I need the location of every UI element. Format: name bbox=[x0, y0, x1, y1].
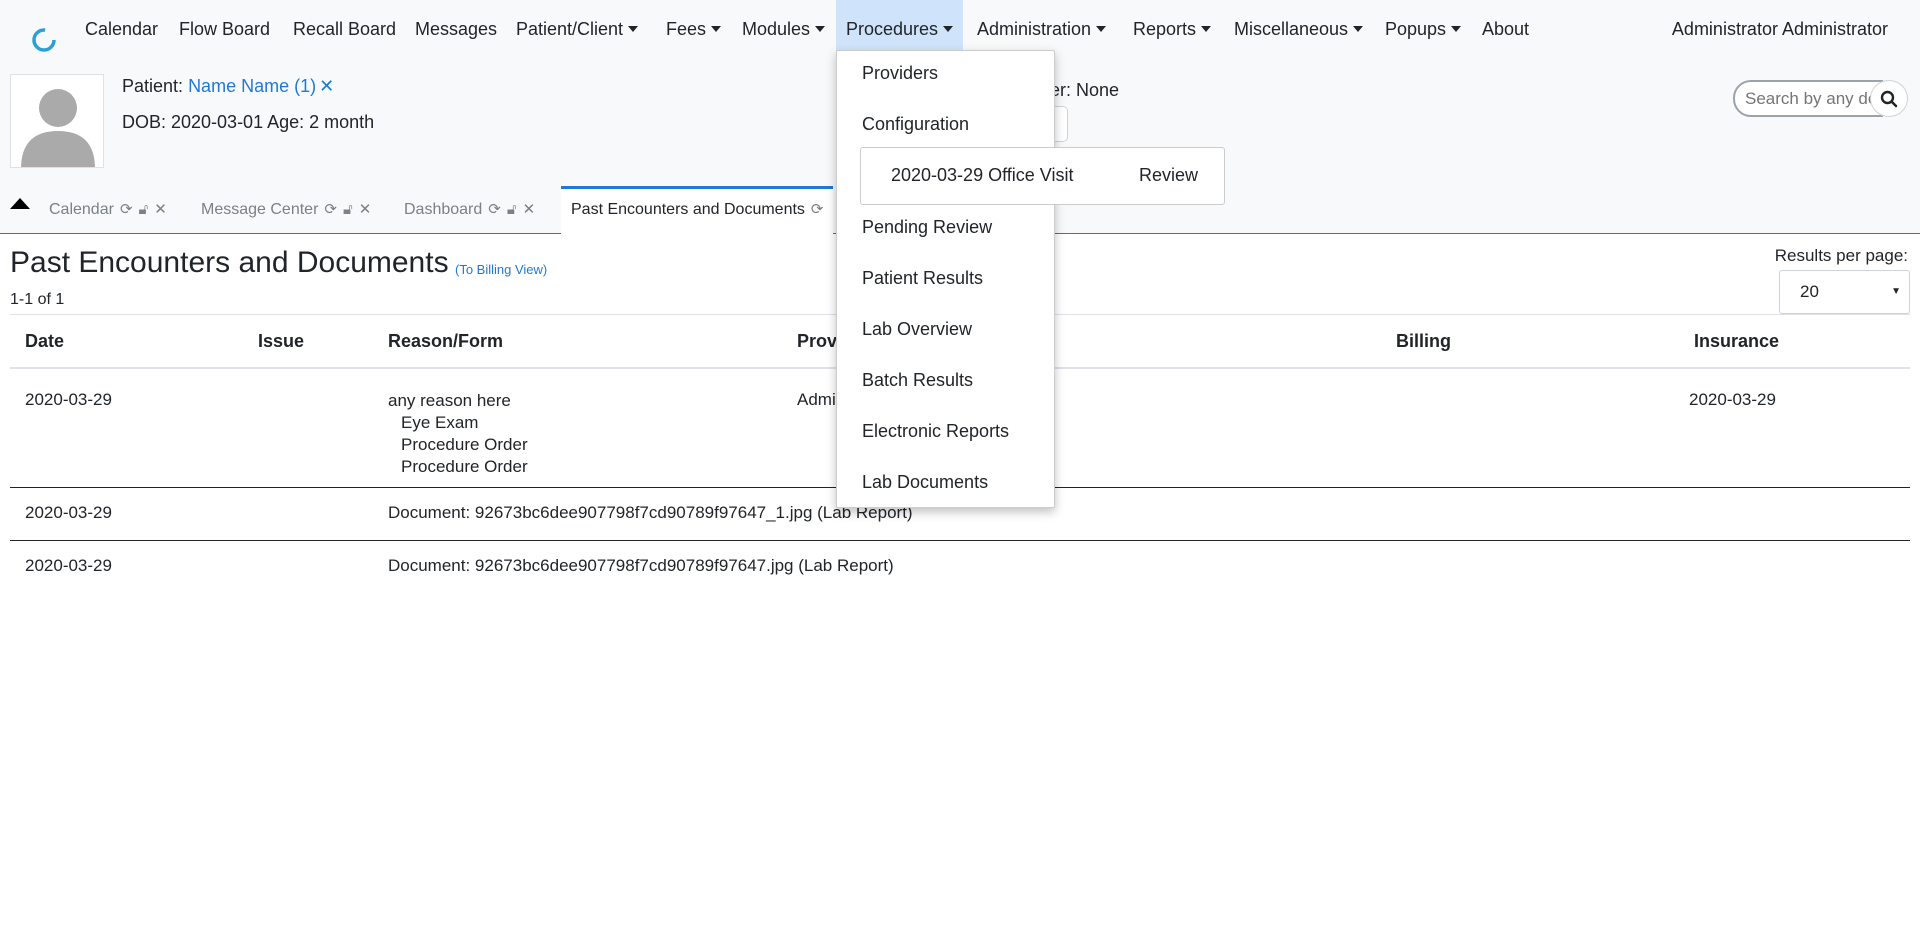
procedures-dropdown-menu: Providers Configuration Pending Review P… bbox=[836, 50, 1055, 508]
menu-item-configuration[interactable]: Configuration bbox=[862, 114, 969, 135]
row-date: 2020-03-29 bbox=[25, 556, 112, 575]
close-icon[interactable]: ✕ bbox=[154, 186, 167, 234]
menu-item-lab-overview[interactable]: Lab Overview bbox=[862, 319, 972, 340]
patient-avatar bbox=[10, 74, 104, 168]
patient-dob: DOB: 2020-03-01 Age: 2 month bbox=[122, 112, 375, 132]
patient-name-line: Patient: Name Name (1) ✕ bbox=[122, 76, 334, 97]
column-header-insurance[interactable]: Insurance bbox=[1694, 331, 1779, 352]
refresh-icon[interactable]: ⟳ bbox=[120, 186, 133, 234]
row-provider: Admi bbox=[797, 390, 836, 409]
nav-reports[interactable]: Reports bbox=[1133, 0, 1212, 58]
search-input[interactable] bbox=[1733, 80, 1883, 117]
avatar-silhouette-icon bbox=[21, 89, 95, 167]
results-count: 1-1 of 1 bbox=[10, 291, 65, 308]
tab-calendar[interactable]: Calendar ⟳ 🔓︎ ✕ bbox=[49, 186, 167, 234]
search-icon bbox=[1880, 90, 1898, 107]
dropdown-arrow-icon: ▼ bbox=[1891, 286, 1901, 297]
close-patient-icon[interactable]: ✕ bbox=[319, 76, 334, 96]
collapse-header-icon[interactable] bbox=[10, 198, 30, 209]
caret-down-icon bbox=[943, 26, 954, 32]
row-reason: Document: 92673bc6dee907798f7cd90789f976… bbox=[388, 503, 913, 522]
menu-item-electronic-reports[interactable]: Electronic Reports bbox=[862, 421, 1009, 442]
patient-label: Patient: bbox=[122, 76, 184, 96]
results-per-page-select[interactable]: 20 ▼ bbox=[1779, 270, 1910, 314]
page-title: Past Encounters and Documents bbox=[10, 246, 449, 279]
unlock-icon[interactable]: 🔓︎ bbox=[343, 186, 353, 234]
submenu-review[interactable]: Review bbox=[1139, 165, 1198, 186]
row-insurance: 2020-03-29 bbox=[1689, 390, 1776, 409]
app-logo-icon[interactable] bbox=[30, 26, 58, 54]
row-reason: any reason here Eye Exam Procedure Order… bbox=[388, 391, 528, 478]
form-link[interactable]: Procedure Order bbox=[388, 456, 528, 478]
nav-modules[interactable]: Modules bbox=[742, 0, 826, 58]
patient-name-link[interactable]: Name Name (1) bbox=[188, 76, 316, 96]
patient-search bbox=[1733, 80, 1908, 117]
refresh-icon[interactable]: ⟳ bbox=[811, 189, 824, 231]
menu-item-pending-review[interactable]: Pending Review bbox=[862, 217, 992, 238]
caret-down-icon bbox=[1201, 26, 1212, 32]
refresh-icon[interactable]: ⟳ bbox=[324, 186, 337, 234]
column-header-reason[interactable]: Reason/Form bbox=[388, 331, 503, 352]
caret-down-icon bbox=[1451, 26, 1462, 32]
encounter-submenu: 2020-03-29 Office Visit Review bbox=[860, 147, 1225, 205]
tab-message-center[interactable]: Message Center ⟳ 🔓︎ ✕ bbox=[201, 186, 371, 234]
tab-past-encounters[interactable]: Past Encounters and Documents ⟳ bbox=[561, 186, 834, 234]
submenu-office-visit[interactable]: 2020-03-29 Office Visit bbox=[891, 165, 1073, 186]
close-icon[interactable]: ✕ bbox=[523, 186, 536, 234]
user-menu[interactable]: Administrator Administrator bbox=[1672, 0, 1888, 58]
billing-view-link[interactable]: (To Billing View) bbox=[455, 262, 547, 277]
form-link[interactable]: Procedure Order bbox=[388, 434, 528, 456]
unlock-icon[interactable]: 🔓︎ bbox=[507, 186, 517, 234]
nav-recall-board[interactable]: Recall Board bbox=[293, 0, 396, 58]
menu-item-lab-documents[interactable]: Lab Documents bbox=[862, 472, 988, 493]
nav-messages[interactable]: Messages bbox=[415, 0, 497, 58]
search-button[interactable] bbox=[1870, 80, 1908, 117]
menu-item-patient-results[interactable]: Patient Results bbox=[862, 268, 983, 289]
caret-down-icon bbox=[815, 26, 826, 32]
nav-popups[interactable]: Popups bbox=[1385, 0, 1462, 58]
nav-about[interactable]: About bbox=[1482, 0, 1529, 58]
tab-dashboard[interactable]: Dashboard ⟳ 🔓︎ ✕ bbox=[404, 186, 535, 234]
caret-down-icon bbox=[1353, 26, 1364, 32]
nav-fees[interactable]: Fees bbox=[666, 0, 722, 58]
results-per-page-label: Results per page: bbox=[1774, 246, 1908, 265]
unlock-icon[interactable]: 🔓︎ bbox=[139, 186, 149, 234]
nav-flow-board[interactable]: Flow Board bbox=[179, 0, 270, 58]
column-header-date[interactable]: Date bbox=[25, 331, 64, 352]
close-icon[interactable]: ✕ bbox=[359, 186, 372, 234]
nav-calendar[interactable]: Calendar bbox=[85, 0, 158, 58]
caret-down-icon bbox=[628, 26, 639, 32]
caret-down-icon bbox=[1096, 26, 1107, 32]
table-row[interactable]: 2020-03-29 Document: 92673bc6dee907798f7… bbox=[10, 541, 1910, 594]
row-date: 2020-03-29 bbox=[25, 390, 112, 409]
menu-item-batch-results[interactable]: Batch Results bbox=[862, 370, 973, 391]
caret-down-icon bbox=[711, 26, 722, 32]
row-date: 2020-03-29 bbox=[25, 503, 112, 522]
column-header-issue[interactable]: Issue bbox=[258, 331, 304, 352]
row-reason: Document: 92673bc6dee907798f7cd90789f976… bbox=[388, 556, 894, 575]
nav-miscellaneous[interactable]: Miscellaneous bbox=[1234, 0, 1364, 58]
column-header-billing[interactable]: Billing bbox=[1396, 331, 1451, 352]
menu-item-providers[interactable]: Providers bbox=[862, 63, 938, 84]
refresh-icon[interactable]: ⟳ bbox=[488, 186, 501, 234]
nav-patient-client[interactable]: Patient/Client bbox=[516, 0, 639, 58]
form-link[interactable]: Eye Exam bbox=[388, 412, 528, 434]
encounter-status: er: None bbox=[1050, 80, 1120, 100]
